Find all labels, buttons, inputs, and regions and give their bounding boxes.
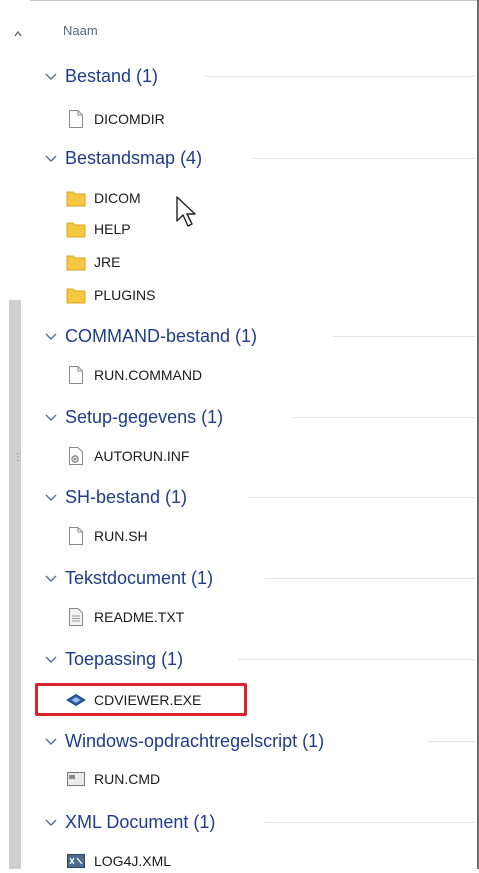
mouse-pointer-icon (176, 196, 196, 227)
chevron-down-icon (45, 738, 57, 745)
group-header[interactable]: Tekstdocument (1) (43, 565, 475, 591)
window-top-border (0, 0, 479, 1)
group-divider (427, 741, 475, 742)
text-file-icon (66, 606, 86, 628)
file-name: AUTORUN.INF (94, 448, 190, 464)
chevron-down-icon (45, 414, 57, 421)
column-header-name[interactable]: Naam (63, 23, 98, 38)
group-header[interactable]: Toepassing (1) (43, 646, 475, 672)
file-name: RUN.CMD (94, 771, 161, 787)
list-item[interactable]: AUTORUN.INF (66, 444, 189, 468)
group-divider (248, 497, 475, 498)
blank-file-icon (66, 525, 86, 547)
blank-file-icon (66, 108, 86, 130)
chevron-down-icon (45, 494, 57, 501)
folder-icon (66, 251, 86, 273)
group-header[interactable]: Bestand (1) (43, 63, 475, 89)
list-item[interactable]: RUN.CMD (66, 767, 160, 791)
list-item[interactable]: HELP (66, 217, 131, 241)
pane-splitter-icon[interactable]: ⋮ (13, 452, 23, 463)
group-divider (253, 158, 475, 159)
cmd-file-icon (66, 768, 86, 790)
list-item[interactable]: DICOM (66, 186, 141, 210)
group-header[interactable]: COMMAND-bestand (1) (43, 323, 475, 349)
list-item[interactable]: PLUGINS (66, 283, 155, 307)
group-divider (265, 822, 475, 823)
group-title: XML Document (1) (65, 811, 216, 832)
group-header[interactable]: Windows-opdrachtregelscript (1) (43, 728, 475, 754)
file-name: PLUGINS (94, 287, 156, 303)
chevron-down-icon (45, 575, 57, 582)
group-title: COMMAND-bestand (1) (65, 325, 258, 346)
group-header[interactable]: XML Document (1) (43, 809, 475, 835)
chevron-down-icon (45, 333, 57, 340)
list-item[interactable]: LOG4J.XML (66, 849, 171, 873)
group-divider (205, 76, 475, 77)
annotation-highlight-box (35, 683, 247, 716)
file-name: README.TXT (94, 609, 185, 625)
group-divider (293, 417, 475, 418)
group-title: Bestandsmap (4) (65, 147, 203, 168)
group-divider (238, 659, 475, 660)
group-header[interactable]: Bestandsmap (4) (43, 145, 475, 171)
list-item[interactable]: README.TXT (66, 605, 184, 629)
scroll-up-icon[interactable] (14, 30, 22, 38)
file-name: DICOM (94, 190, 141, 206)
list-item[interactable]: RUN.COMMAND (66, 363, 202, 387)
folder-icon (66, 187, 86, 209)
chevron-down-icon (45, 819, 57, 826)
list-item[interactable]: JRE (66, 250, 120, 274)
group-title: Tekstdocument (1) (65, 567, 214, 588)
settings-file-icon (66, 445, 86, 467)
file-name: DICOMDIR (94, 111, 165, 127)
navigation-pane: ⋮ (0, 0, 30, 869)
file-name: RUN.SH (94, 528, 148, 544)
group-title: Toepassing (1) (65, 648, 184, 669)
navigation-scrollbar-thumb[interactable] (9, 300, 21, 869)
chevron-down-icon (45, 656, 57, 663)
folder-icon (66, 218, 86, 240)
group-divider (333, 336, 475, 337)
group-title: Bestand (1) (65, 65, 159, 86)
chevron-down-icon (45, 73, 57, 80)
list-item[interactable]: DICOMDIR (66, 107, 165, 131)
blank-file-icon (66, 364, 86, 386)
group-title: Windows-opdrachtregelscript (1) (65, 730, 325, 751)
chevron-down-icon (45, 155, 57, 162)
file-name: JRE (94, 254, 121, 270)
file-name: LOG4J.XML (94, 853, 172, 869)
list-item[interactable]: RUN.SH (66, 524, 148, 548)
group-title: SH-bestand (1) (65, 486, 188, 507)
file-name: HELP (94, 221, 131, 237)
group-header[interactable]: Setup-gegevens (1) (43, 404, 475, 430)
group-header[interactable]: SH-bestand (1) (43, 484, 475, 510)
folder-icon (66, 284, 86, 306)
group-title: Setup-gegevens (1) (65, 406, 224, 427)
group-divider (265, 578, 475, 579)
file-name: RUN.COMMAND (94, 367, 203, 383)
